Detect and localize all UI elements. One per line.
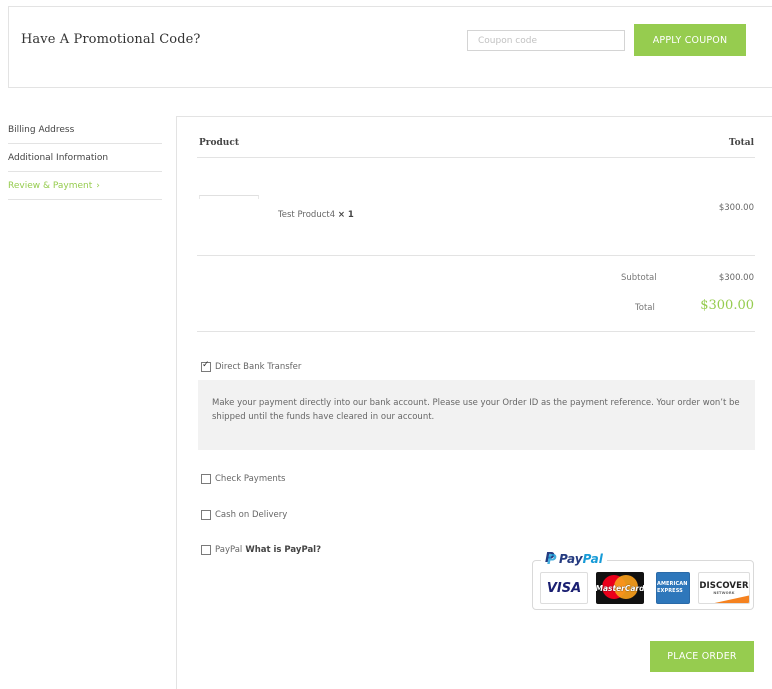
- item-total: $300.00: [718, 203, 754, 213]
- items-divider: [197, 255, 755, 256]
- paypal-logo-pay: Pay: [559, 552, 583, 566]
- paypal-checkbox[interactable]: [201, 545, 211, 555]
- order-item-name: Test Product4 × 1: [278, 210, 354, 220]
- payment-method-label: Cash on Delivery: [215, 510, 288, 520]
- payment-method-paypal[interactable]: PayPal What is PayPal?: [201, 545, 321, 555]
- discover-network-icon: DISCOVER NETWORK: [698, 572, 750, 604]
- discover-network-text: NETWORK: [713, 591, 735, 595]
- paypal-logo-pal: Pal: [582, 552, 603, 566]
- discover-stripe: [714, 595, 749, 603]
- step-additional-information[interactable]: Additional Information: [8, 144, 162, 172]
- cash-on-delivery-checkbox[interactable]: [201, 510, 211, 520]
- subtotal-value: $300.00: [718, 273, 754, 283]
- subtotal-label: Subtotal: [621, 273, 657, 283]
- mastercard-icon: MasterCard: [596, 572, 644, 604]
- total-label: Total: [635, 303, 655, 313]
- product-column-header: Product: [199, 138, 239, 148]
- apply-coupon-button[interactable]: APPLY COUPON: [634, 24, 746, 56]
- coupon-title: Have A Promotional Code?: [21, 32, 201, 47]
- item-name-text: Test Product4: [278, 210, 336, 220]
- order-total-value: $300.00: [700, 298, 754, 313]
- step-billing-address[interactable]: Billing Address: [8, 116, 162, 144]
- header-divider: [197, 157, 755, 158]
- step-label: Review & Payment: [8, 180, 93, 191]
- visa-card-icon: VISA: [540, 572, 588, 604]
- visa-text: VISA: [546, 580, 582, 596]
- step-label: Additional Information: [8, 152, 109, 163]
- mastercard-text: MasterCard: [596, 583, 644, 593]
- paypal-p-icon: [545, 551, 557, 568]
- item-quantity: × 1: [337, 210, 354, 220]
- coupon-code-input[interactable]: [467, 30, 625, 51]
- american-express-icon: AMERICAN EXPRESS: [656, 572, 690, 604]
- payment-method-label: Check Payments: [215, 474, 286, 484]
- payment-method-label: Direct Bank Transfer: [215, 362, 302, 372]
- what-is-paypal-link[interactable]: What is PayPal?: [245, 545, 321, 555]
- place-order-button[interactable]: PLACE ORDER: [650, 641, 754, 672]
- chevron-right-icon: ›: [96, 180, 100, 191]
- bank-transfer-checkbox[interactable]: [201, 360, 211, 372]
- step-review-payment[interactable]: Review & Payment ›: [8, 172, 162, 200]
- paypal-logo: PayPal: [541, 551, 607, 568]
- step-label: Billing Address: [8, 124, 75, 135]
- payment-method-cod[interactable]: Cash on Delivery: [201, 510, 287, 520]
- checkout-steps-sidebar: Billing Address Additional Information R…: [8, 116, 162, 200]
- product-thumbnail[interactable]: [199, 195, 259, 199]
- amex-text: AMERICAN EXPRESS: [657, 581, 688, 594]
- total-column-header: Total: [728, 138, 754, 148]
- payment-method-bank-transfer[interactable]: Direct Bank Transfer: [201, 360, 302, 372]
- bank-transfer-description: Make your payment directly into our bank…: [198, 380, 755, 450]
- payment-method-check[interactable]: Check Payments: [201, 474, 286, 484]
- check-payments-checkbox[interactable]: [201, 474, 211, 484]
- payment-method-label: PayPal: [215, 545, 243, 555]
- totals-divider: [197, 331, 755, 332]
- discover-text: DISCOVER: [699, 581, 749, 591]
